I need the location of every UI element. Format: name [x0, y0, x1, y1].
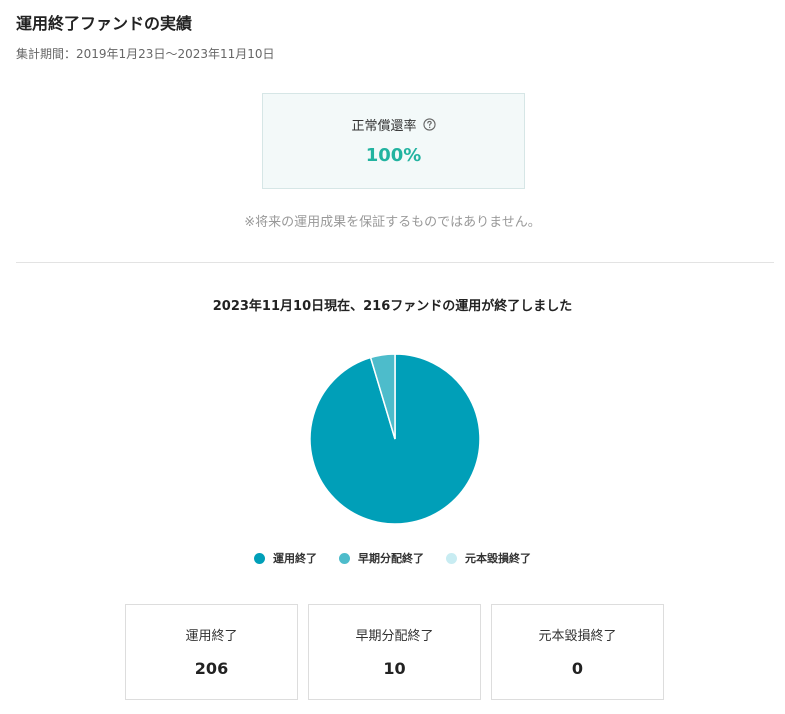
legend-label: 運用終了 [273, 552, 317, 565]
repayment-rate-label: 正常償還率 [351, 119, 417, 134]
stat-card-principal-loss: 元本毀損終了 0 [491, 604, 664, 700]
section-divider [16, 262, 774, 263]
legend-dot [339, 552, 350, 564]
repayment-rate-value: 100% [365, 145, 422, 166]
stat-card-early-distribution: 早期分配終了 10 [308, 604, 481, 700]
legend-dot [446, 552, 457, 564]
stat-value: 0 [571, 659, 584, 678]
legend-item: 元本毀損終了 [446, 550, 531, 566]
stat-label: 早期分配終了 [355, 629, 434, 644]
legend-dot [254, 552, 265, 564]
stat-value: 206 [194, 659, 229, 678]
question-circle-icon[interactable] [422, 118, 436, 131]
disclaimer-text: ※将来の運用成果を保証するものではありません。 [244, 215, 541, 230]
stat-label: 元本毀損終了 [538, 629, 617, 644]
legend-label: 元本毀損終了 [465, 552, 531, 565]
chart-title: 2023年11月10日現在、216ファンドの運用が終了しました [212, 299, 573, 314]
pie-chart [309, 353, 481, 525]
legend-label: 早期分配終了 [358, 552, 424, 565]
stat-label: 運用終了 [185, 629, 238, 644]
legend-item: 早期分配終了 [339, 550, 424, 566]
legend-item: 運用終了 [254, 550, 317, 566]
stat-card-completed: 運用終了 206 [125, 604, 298, 700]
stat-value: 10 [383, 659, 406, 678]
repayment-rate-card: 正常償還率 100% [262, 93, 525, 189]
page-title: 運用終了ファンドの実績 [16, 14, 193, 33]
repayment-rate-label-row: 正常償還率 [263, 115, 524, 134]
aggregation-period: 集計期間：2019年1月23日〜2023年11月10日 [16, 47, 275, 61]
chart-legend: 運用終了 早期分配終了 元本毀損終了 [0, 550, 785, 566]
